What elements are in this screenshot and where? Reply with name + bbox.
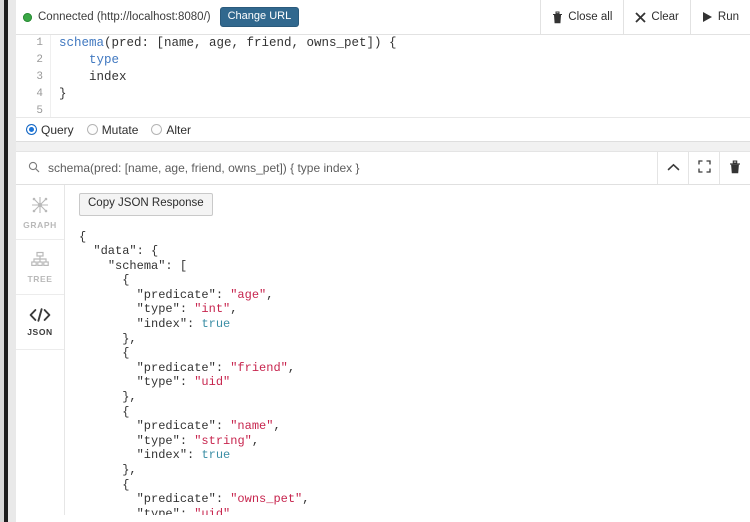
- query-input[interactable]: schema(pred: [name, age, friend, owns_pe…: [16, 152, 657, 184]
- radio-label-alter: Alter: [166, 122, 192, 137]
- query-code-editor[interactable]: 1 2 3 4 5 schema(pred: [name, age, frien…: [16, 35, 750, 118]
- chevron-up-icon: [667, 161, 680, 175]
- json-line: "type": "string",: [136, 433, 260, 448]
- code-line-4: }: [59, 87, 67, 101]
- radio-option-mutate[interactable]: Mutate: [86, 122, 139, 137]
- json-line: "schema": [: [107, 258, 188, 273]
- graph-icon: [30, 195, 50, 215]
- results-panel: GRAPH TREE JSON Copy JSON Response {"da…: [16, 185, 750, 515]
- json-line: {: [79, 229, 87, 244]
- json-line: "type": "uid": [136, 506, 231, 515]
- code-token-args: (pred: [name, age, friend, owns_pet]) {: [104, 36, 397, 50]
- change-url-button[interactable]: Change URL: [219, 7, 300, 27]
- line-number: 5: [36, 105, 43, 117]
- json-line: {: [79, 477, 130, 492]
- line-number: 4: [36, 88, 43, 100]
- radio-indicator-mutate[interactable]: [86, 124, 98, 135]
- collapse-button[interactable]: [657, 152, 688, 184]
- json-line: {: [79, 404, 130, 419]
- app-screenshot: Connected (http://localhost:8080/) Chang…: [0, 0, 750, 522]
- code-token-type: type: [89, 53, 120, 67]
- result-view-tabs: GRAPH TREE JSON: [16, 185, 65, 515]
- executed-query-bar: schema(pred: [name, age, friend, owns_pe…: [16, 151, 750, 185]
- connection-toolbar: Connected (http://localhost:8080/) Chang…: [16, 0, 750, 35]
- code-token-schema: schema: [59, 36, 105, 50]
- code-line-3: index: [59, 69, 750, 86]
- clear-label: Clear: [651, 11, 679, 23]
- json-line: {: [79, 273, 130, 288]
- query-bar-actions: [657, 152, 750, 184]
- radio-label-mutate: Mutate: [101, 122, 139, 137]
- code-token-index: index: [89, 70, 127, 84]
- search-icon: [28, 161, 40, 176]
- window-edge-gray: [8, 0, 16, 522]
- copy-json-response-button[interactable]: Copy JSON Response: [79, 193, 213, 216]
- request-mode-radio-group: Query Mutate Alter: [16, 118, 750, 142]
- trash-icon: [552, 11, 563, 24]
- json-line: "predicate": "name",: [136, 419, 281, 434]
- expand-fullscreen-button[interactable]: [688, 152, 719, 184]
- radio-option-alter[interactable]: Alter: [151, 123, 191, 137]
- radio-indicator-alter[interactable]: [151, 124, 163, 135]
- json-line: "data": {: [93, 244, 159, 259]
- panel-divider: [16, 142, 750, 151]
- json-line: "type": "int",: [136, 302, 238, 317]
- json-line: "type": "uid": [136, 375, 231, 390]
- json-line: },: [79, 463, 137, 477]
- tree-icon: [30, 251, 50, 269]
- discard-query-button[interactable]: [719, 152, 750, 184]
- json-line: {: [79, 346, 130, 361]
- json-response-view: Copy JSON Response { "data": { "schema":…: [65, 185, 750, 515]
- close-all-label: Close all: [568, 11, 613, 23]
- run-label: Run: [717, 11, 739, 23]
- toolbar-actions: Close all Clear Run: [540, 0, 750, 34]
- code-line-2: type: [59, 52, 750, 69]
- editor-code[interactable]: schema(pred: [name, age, friend, owns_pe…: [59, 35, 750, 117]
- line-number: 3: [36, 71, 43, 83]
- radio-option-query[interactable]: Query: [26, 123, 74, 137]
- tab-graph-label: GRAPH: [23, 219, 57, 230]
- json-line: "predicate": "age",: [136, 287, 274, 302]
- radio-indicator-query[interactable]: [26, 124, 37, 135]
- editor-gutter: 1 2 3 4 5: [16, 35, 51, 117]
- code-icon: [29, 307, 51, 322]
- dgraph-ratel-app: Connected (http://localhost:8080/) Chang…: [16, 0, 750, 522]
- json-line: },: [79, 331, 137, 346]
- tab-json[interactable]: JSON: [16, 295, 64, 350]
- close-all-button[interactable]: Close all: [541, 0, 625, 34]
- line-number: 2: [36, 54, 43, 66]
- json-line: "predicate": "owns_pet",: [136, 492, 310, 507]
- status-dot-icon: [23, 12, 32, 22]
- line-number: 1: [36, 37, 43, 49]
- tab-tree-label: TREE: [27, 273, 53, 284]
- expand-icon: [697, 160, 711, 176]
- connection-status-text: Connected (http://localhost:8080/): [38, 11, 211, 23]
- tab-tree[interactable]: TREE: [16, 240, 64, 295]
- json-response-content: { "data": { "schema": [ { "predicate": "…: [79, 230, 750, 516]
- connection-status: Connected (http://localhost:8080/) Chang…: [16, 7, 540, 27]
- play-icon: [702, 11, 713, 23]
- tab-graph[interactable]: GRAPH: [16, 185, 64, 240]
- query-text: schema(pred: [name, age, friend, owns_pe…: [48, 161, 360, 175]
- trash-icon: [729, 160, 741, 177]
- clear-button[interactable]: Clear: [624, 0, 691, 34]
- json-line: "index": true: [136, 448, 231, 463]
- run-button[interactable]: Run: [690, 0, 750, 34]
- json-line: "predicate": "friend",: [136, 360, 296, 375]
- json-line: },: [79, 390, 137, 405]
- tab-json-label: JSON: [27, 326, 53, 337]
- radio-label-query: Query: [41, 122, 74, 137]
- code-line-1: schema(pred: [name, age, friend, owns_pe…: [59, 35, 750, 52]
- close-icon: [635, 11, 647, 23]
- json-line: "index": true: [136, 317, 231, 332]
